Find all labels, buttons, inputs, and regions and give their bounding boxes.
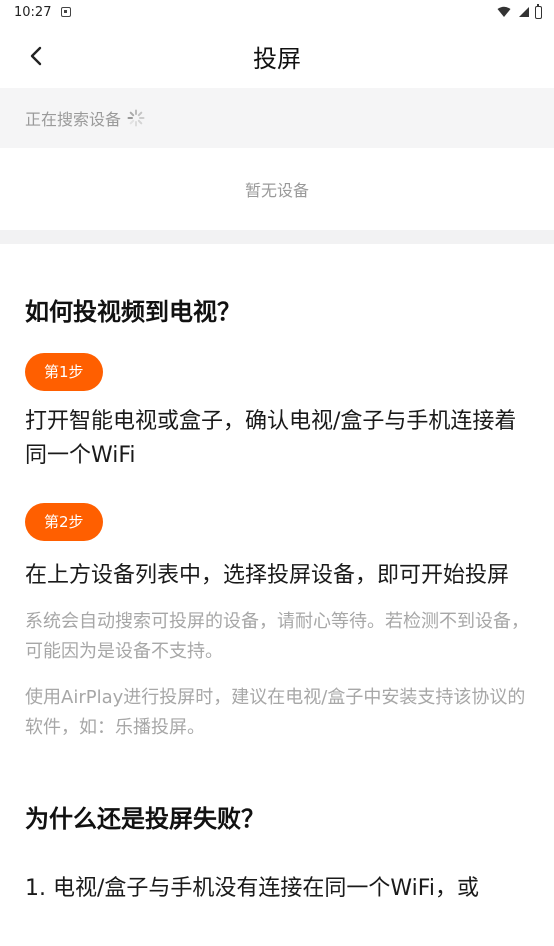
faq-title: 为什么还是投屏失败？ xyxy=(25,805,265,833)
section-divider xyxy=(0,230,554,244)
step-1-badge: 第1步 xyxy=(25,353,103,391)
wifi-icon xyxy=(497,6,511,17)
step-2-badge: 第2步 xyxy=(25,503,103,541)
notification-icon xyxy=(61,7,72,17)
search-tip-note: 系统会自动搜索可投屏的设备，请耐心等待。若检测不到设备，可能因为是设备不支持。 xyxy=(25,611,529,662)
faq-reason-1: 1. 电视/盒子与手机没有连接在同一个WiFi，或 xyxy=(25,876,479,901)
chevron-left-icon xyxy=(30,46,42,66)
page-title: 投屏 xyxy=(253,44,301,73)
step-2-text: 在上方设备列表中，选择投屏设备，即可开始投屏 xyxy=(25,563,510,588)
guide-title: 如何投视频到电视？ xyxy=(25,298,241,326)
airplay-tip-note: 使用AirPlay进行投屏时，建议在电视/盒子中安装支持该协议的软件，如：乐播投… xyxy=(25,687,526,738)
empty-device-text: 暂无设备 xyxy=(244,181,309,200)
loading-spinner-icon xyxy=(127,109,145,127)
cell-signal-icon xyxy=(519,7,529,17)
device-list: 暂无设备 xyxy=(0,148,554,230)
header: 投屏 xyxy=(0,24,554,88)
battery-icon xyxy=(535,3,542,19)
status-bar: 10:27 xyxy=(0,0,554,24)
search-status-text: 正在搜索设备 xyxy=(25,110,122,129)
cast-guide: 如何投视频到电视？ 第1步 打开智能电视或盒子，确认电视/盒子与手机连接着同一个… xyxy=(0,292,554,906)
search-status-bar: 正在搜索设备 xyxy=(0,88,554,148)
status-time: 10:27 xyxy=(14,4,52,20)
back-button[interactable] xyxy=(24,44,48,68)
step-1-text: 打开智能电视或盒子，确认电视/盒子与手机连接着同一个WiFi xyxy=(25,409,517,468)
